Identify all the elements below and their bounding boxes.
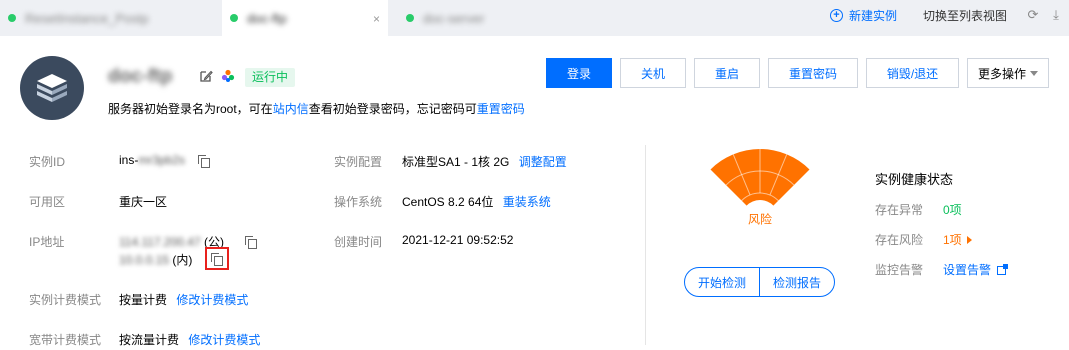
tab-doc-server[interactable]: doc-server <box>398 0 598 36</box>
refresh-icon[interactable]: ⟳ <box>1026 8 1040 22</box>
instance-name: doc-ftp <box>108 66 173 87</box>
new-instance-label: 新建实例 <box>849 8 898 23</box>
reset-password-button[interactable]: 重置密码 <box>768 58 858 88</box>
tab-label: ResetInstance_Postp <box>25 10 149 26</box>
instance-id-label: 实例ID <box>29 155 66 169</box>
ip-label: IP地址 <box>29 235 65 249</box>
login-note: 服务器初始登录名为root，可在站内信查看初始登录密码，忘记密码可重置密码 <box>108 100 525 117</box>
zone-value: 重庆一区 <box>119 195 168 209</box>
chevron-down-icon <box>1030 70 1038 76</box>
set-alarm-label: 设置告警 <box>943 263 992 277</box>
start-check-button[interactable]: 开始检测 <box>684 267 760 297</box>
abnormal-label: 存在异常 <box>875 203 924 217</box>
public-ip-value: 114.117.200.47 <box>119 235 201 249</box>
tab-doc-ftp[interactable]: doc-ftp × <box>222 0 388 36</box>
risk-value-link[interactable]: 1项 <box>943 231 972 248</box>
more-actions-label: 更多操作 <box>978 66 1027 81</box>
server-icon <box>37 74 67 102</box>
tab-label: doc-ftp <box>247 10 287 26</box>
tag-icon[interactable] <box>221 69 235 83</box>
bandwidth-billing-value: 按流量计费 修改计费模式 <box>119 331 260 348</box>
caret-right-icon <box>966 236 972 244</box>
adjust-config-link[interactable]: 调整配置 <box>519 155 567 169</box>
private-ip-tag: (内) <box>172 253 193 267</box>
new-instance-button[interactable]: + 新建实例 <box>830 0 897 30</box>
created-time-label: 创建时间 <box>334 235 383 249</box>
running-status-dot <box>8 14 16 22</box>
billing-mode-value: 按量计费 修改计费模式 <box>119 291 248 308</box>
restart-button[interactable]: 重启 <box>694 58 760 88</box>
login-button[interactable]: 登录 <box>546 58 612 88</box>
tab-resetinstance[interactable]: ResetInstance_Postp <box>0 0 215 36</box>
instance-id-prefix: ins- <box>119 153 139 167</box>
health-status-title: 实例健康状态 <box>875 172 954 187</box>
destroy-button[interactable]: 销毁/退还 <box>866 58 959 88</box>
zone-label: 可用区 <box>29 195 66 209</box>
tab-label: doc-server <box>423 10 485 26</box>
status-badge: 运行中 <box>245 68 296 87</box>
private-ip: 10.0.0.15 (内) <box>119 251 192 268</box>
instance-config-value: 标准型SA1 - 1核 2G 调整配置 <box>402 153 567 170</box>
plus-icon: + <box>830 8 843 22</box>
running-status-dot <box>230 14 238 22</box>
login-note-text: 查看初始登录密码，忘记密码可 <box>308 102 477 116</box>
highlight-box <box>205 247 229 270</box>
copy-icon[interactable] <box>245 236 257 249</box>
risk-value: 1项 <box>943 233 962 247</box>
billing-mode-text: 按量计费 <box>119 293 168 307</box>
site-message-link[interactable]: 站内信 <box>273 102 309 116</box>
switch-list-view-button[interactable]: 切换至列表视图 <box>923 0 1007 30</box>
os-label: 操作系统 <box>334 195 383 209</box>
gauge-center-label: 风险 <box>748 212 772 227</box>
modify-bandwidth-billing-link[interactable]: 修改计费模式 <box>188 333 260 347</box>
os-text: CentOS 8.2 64位 <box>402 195 494 209</box>
instance-config-label: 实例配置 <box>334 155 383 169</box>
switch-list-view-label: 切换至列表视图 <box>923 8 1008 23</box>
instance-avatar <box>20 56 84 120</box>
instance-id-suffix: mr3pb2s <box>138 153 186 167</box>
billing-mode-label: 实例计费模式 <box>29 293 102 307</box>
private-ip-value: 10.0.0.15 <box>119 253 170 267</box>
instance-config-text: 标准型SA1 - 1核 2G <box>402 155 510 169</box>
shutdown-button[interactable]: 关机 <box>620 58 686 88</box>
download-icon[interactable]: ⤓ <box>1049 8 1063 22</box>
abnormal-value[interactable]: 0项 <box>943 201 962 218</box>
more-actions-dropdown[interactable]: 更多操作 <box>967 58 1049 88</box>
bandwidth-billing-text: 按流量计费 <box>119 333 180 347</box>
running-status-dot <box>406 14 414 22</box>
check-report-button[interactable]: 检测报告 <box>759 267 835 297</box>
os-value: CentOS 8.2 64位 重装系统 <box>402 193 551 210</box>
edit-icon[interactable] <box>199 69 213 83</box>
tab-bar: ResetInstance_Postp doc-ftp × doc-server… <box>0 0 1069 36</box>
login-note-text: 服务器初始登录名为root，可在 <box>108 102 273 116</box>
modify-billing-link[interactable]: 修改计费模式 <box>176 293 248 307</box>
close-icon[interactable]: × <box>373 12 380 26</box>
reset-password-link[interactable]: 重置密码 <box>477 102 525 116</box>
section-divider <box>645 145 646 345</box>
monitoring-alarm-label: 监控告警 <box>875 263 924 277</box>
risk-label: 存在风险 <box>875 233 924 247</box>
created-time-value: 2021-12-21 09:52:52 <box>402 233 514 247</box>
health-gauge: 风险 <box>710 149 810 238</box>
copy-icon[interactable] <box>198 155 210 168</box>
bandwidth-billing-label: 宽带计费模式 <box>29 333 102 347</box>
reinstall-os-link[interactable]: 重装系统 <box>503 195 551 209</box>
instance-id-value: ins-mr3pb2s <box>119 153 185 167</box>
set-alarm-link[interactable]: 设置告警 <box>943 261 1009 278</box>
external-link-icon <box>997 264 1009 275</box>
